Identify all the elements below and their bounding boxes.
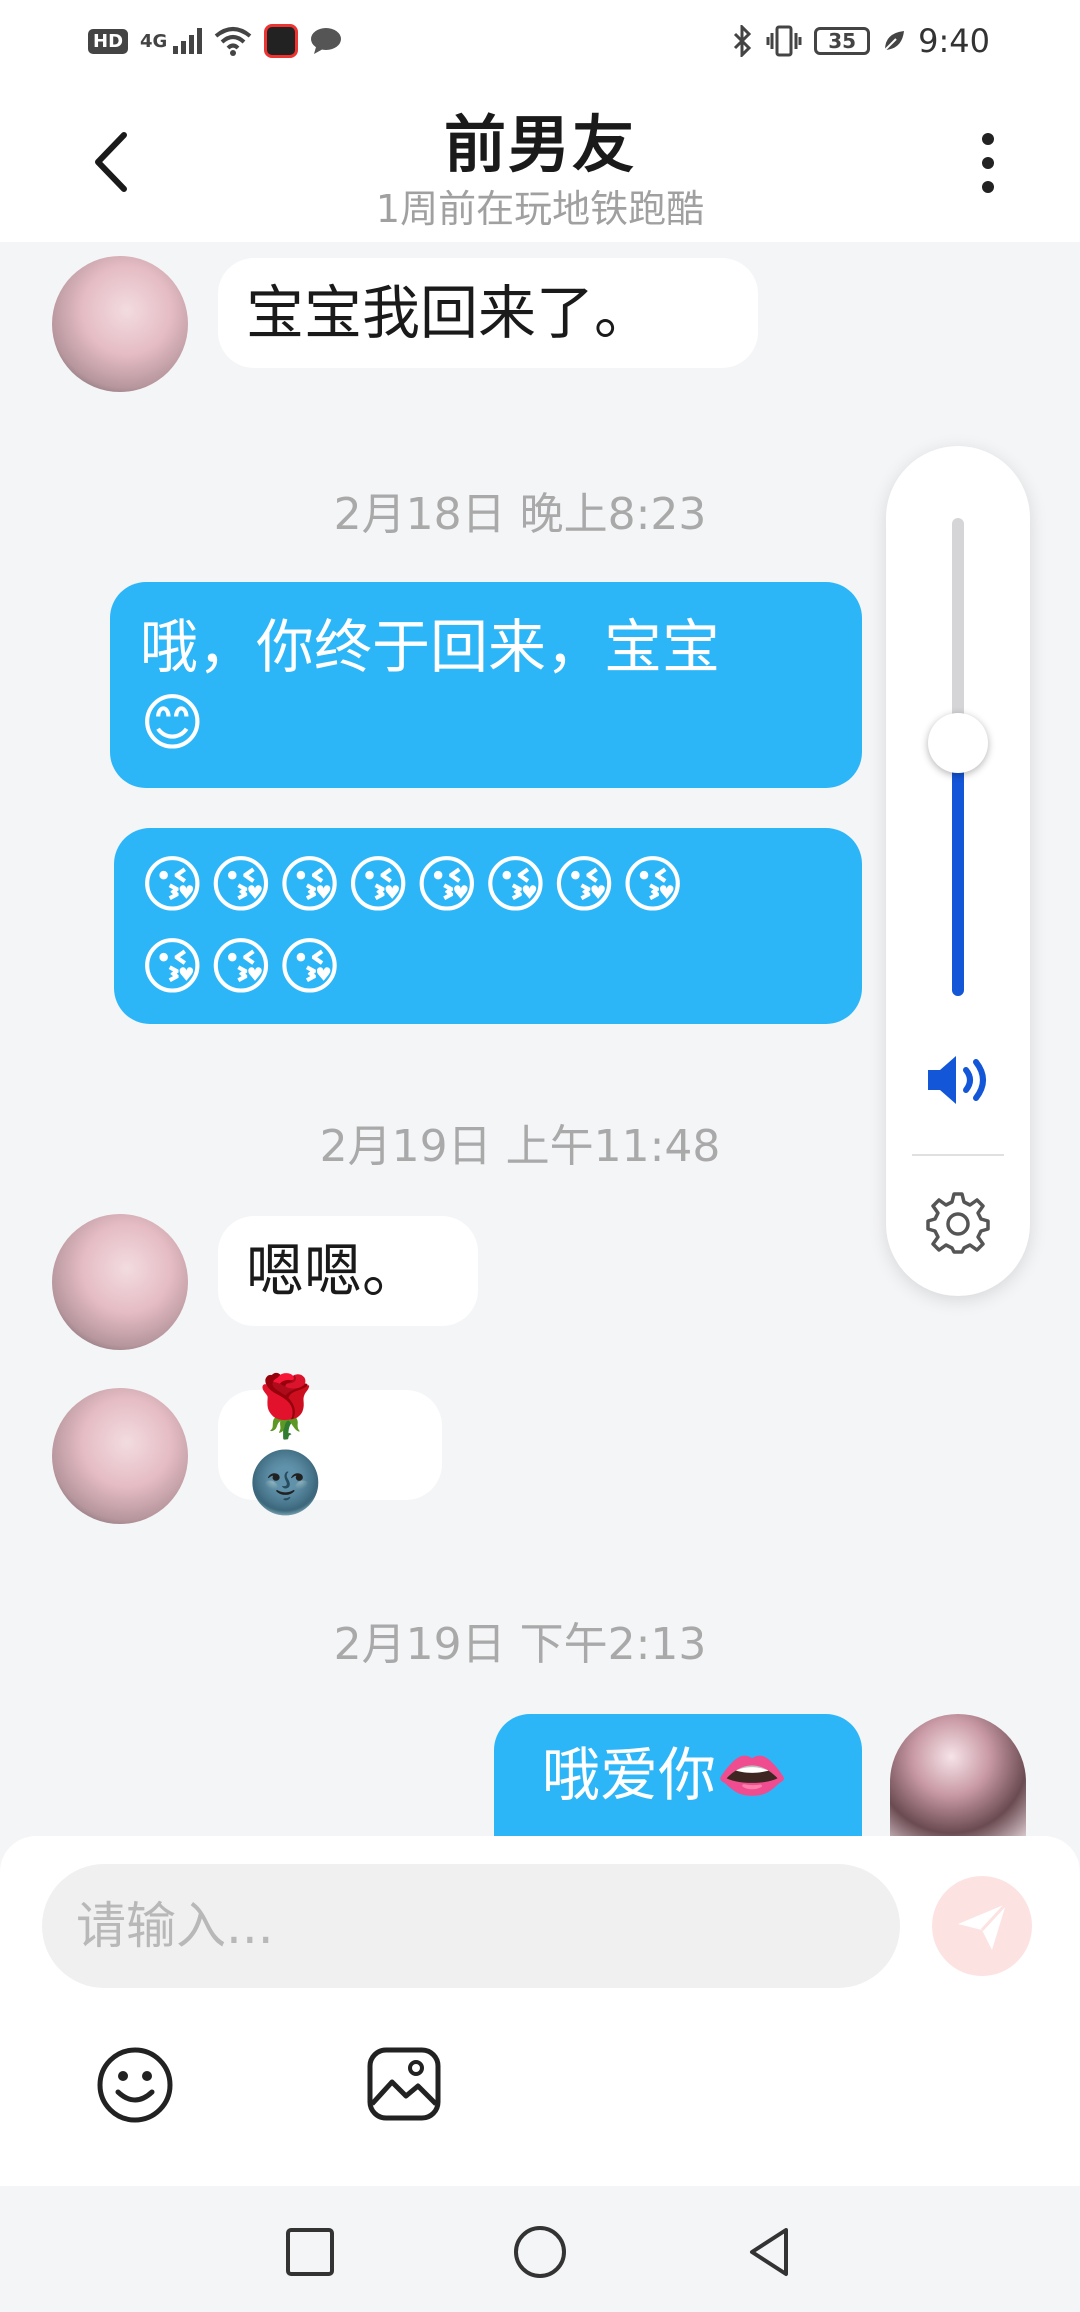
more-vertical-icon-dot bbox=[982, 133, 994, 145]
smiley-icon[interactable] bbox=[96, 2046, 174, 2124]
speaker-icon[interactable] bbox=[924, 1052, 992, 1108]
image-icon[interactable] bbox=[366, 2046, 442, 2122]
message-bubble-incoming[interactable]: 宝宝我回来了。 bbox=[218, 258, 758, 368]
message-text: 哦爱你👄 bbox=[542, 1741, 789, 1809]
system-nav-bar bbox=[0, 2186, 1080, 2312]
volume-slider-handle[interactable] bbox=[928, 712, 988, 773]
contact-avatar[interactable] bbox=[52, 1388, 188, 1524]
chat-header: 前男友 1周前在玩地铁跑酷 bbox=[0, 82, 1080, 242]
contact-avatar[interactable] bbox=[52, 1214, 188, 1350]
volume-panel bbox=[886, 446, 1030, 1296]
volume-slider-fill bbox=[952, 742, 964, 996]
more-vertical-icon-dot bbox=[982, 157, 994, 169]
status-bar-right: 35 9:40 bbox=[732, 22, 990, 60]
message-emoji: 😊 bbox=[140, 686, 205, 759]
message-bubble-outgoing[interactable]: 😘😘😘😘😘😘😘😘 😘😘😘 bbox=[114, 828, 862, 1024]
back-triangle-icon[interactable] bbox=[742, 2224, 798, 2280]
bluetooth-icon bbox=[734, 25, 752, 57]
message-emoji-line: 😘😘😘 bbox=[140, 930, 346, 1003]
wifi-icon bbox=[215, 27, 252, 56]
message-text: 嗯嗯。 bbox=[246, 1237, 421, 1305]
battery-icon: 35 bbox=[814, 27, 871, 55]
user-avatar[interactable] bbox=[890, 1714, 1026, 1836]
vibrate-icon bbox=[766, 25, 802, 57]
more-vertical-icon-dot bbox=[982, 181, 994, 193]
clock: 9:40 bbox=[918, 22, 990, 60]
message-bubble-incoming[interactable]: 嗯嗯。 bbox=[218, 1216, 478, 1326]
home-circle-icon[interactable] bbox=[512, 2224, 568, 2280]
message-emoji: 🌹🌚 bbox=[248, 1372, 337, 1518]
composer bbox=[0, 1836, 1080, 2186]
message-timestamp: 2月19日 下午2:13 bbox=[333, 1619, 707, 1670]
signal-icon bbox=[173, 28, 203, 54]
message-input[interactable] bbox=[42, 1864, 900, 1988]
hd-icon: HD bbox=[88, 28, 129, 54]
chat-notification-icon bbox=[311, 28, 342, 54]
more-options-button[interactable] bbox=[966, 127, 1010, 199]
gear-icon[interactable] bbox=[926, 1190, 990, 1254]
send-button[interactable] bbox=[932, 1876, 1032, 1976]
message-bubble-incoming[interactable]: 🌹🌚 bbox=[218, 1372, 442, 1518]
message-emoji-line: 😘😘😘😘😘😘😘😘 bbox=[140, 848, 690, 921]
send-icon bbox=[958, 1902, 1008, 1950]
divider bbox=[912, 1154, 1004, 1156]
status-bar-left: HD 4G bbox=[88, 24, 342, 58]
contact-name: 前男友 bbox=[443, 108, 636, 181]
eco-leaf-icon bbox=[884, 31, 905, 51]
contact-avatar[interactable] bbox=[52, 256, 188, 392]
message-text: 哦，你终于回来，宝宝 bbox=[140, 613, 721, 681]
network-type-label: 4G bbox=[140, 30, 168, 52]
message-bubble-outgoing[interactable]: 哦，你终于回来，宝宝 😊 bbox=[110, 582, 862, 788]
message-bubble-outgoing[interactable]: 哦爱你👄 bbox=[494, 1714, 862, 1836]
recents-square-icon[interactable] bbox=[282, 2224, 338, 2280]
message-text: 宝宝我回来了。 bbox=[246, 279, 653, 347]
contact-status: 1周前在玩地铁跑酷 bbox=[375, 187, 705, 231]
status-bar: HD 4G 35 9:40 bbox=[0, 0, 1080, 82]
app-notification-icon bbox=[264, 24, 299, 58]
